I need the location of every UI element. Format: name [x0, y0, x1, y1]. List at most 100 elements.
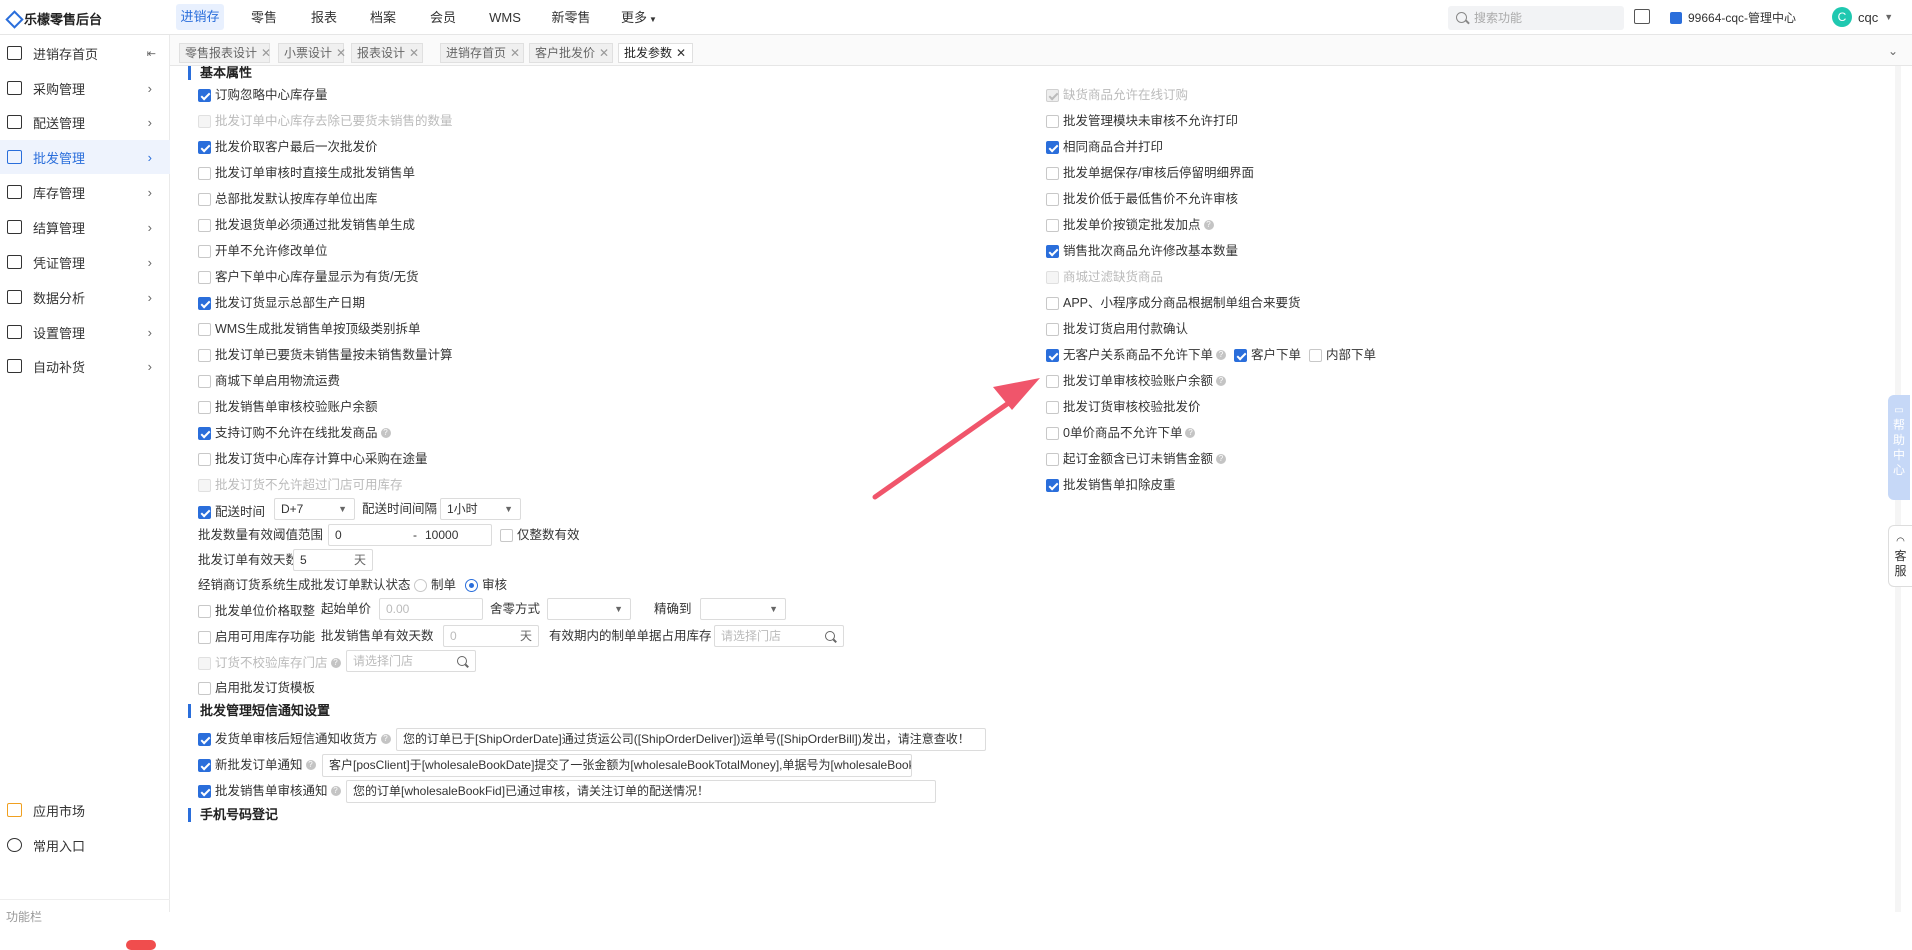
sms-sale-audit-template-input[interactable]: 您的订单[wholesaleBookFid]已通过审核，请关注订单的配送情况！: [346, 780, 936, 803]
info-icon[interactable]: ?: [1185, 428, 1196, 438]
sidebar-item-settings[interactable]: 设置管理 ›: [0, 315, 170, 349]
interval-select[interactable]: 1小时 ▼: [440, 498, 521, 520]
topnav-huiyuan[interactable]: 会员: [423, 0, 463, 35]
checkbox[interactable]: [198, 244, 211, 258]
opt-sms-new-order[interactable]: 新批发订单通知?: [198, 756, 316, 774]
checkbox[interactable]: [1046, 426, 1059, 440]
checkbox[interactable]: [198, 192, 211, 206]
radio-status-audit[interactable]: 审核: [465, 576, 507, 594]
opt-payment-confirm[interactable]: 批发订货启用付款确认: [1046, 320, 1188, 338]
checkbox[interactable]: [1046, 140, 1059, 154]
info-icon[interactable]: ?: [1203, 220, 1214, 230]
topnav-lingshou[interactable]: 零售: [244, 0, 284, 35]
tab-report-design[interactable]: 报表设计 ✕: [351, 43, 423, 63]
collapse-icon[interactable]: ⇤: [147, 47, 156, 60]
opt-production-date[interactable]: 批发订货显示总部生产日期: [198, 294, 365, 312]
opt-order-ignore-stock[interactable]: 订购忽略中心库存量: [198, 86, 328, 104]
sidebar-item-delivery[interactable]: 配送管理 ›: [0, 105, 170, 139]
sidebar-item-settlement[interactable]: 结算管理 ›: [0, 210, 170, 244]
tab-retail-report-design[interactable]: 零售报表设计 ✕: [179, 43, 271, 63]
checkbox[interactable]: [198, 322, 211, 336]
opt-min-amount[interactable]: 起订金额含已订未销售金额?: [1046, 450, 1227, 468]
info-icon[interactable]: ?: [1216, 376, 1227, 386]
opt-in-transit[interactable]: 批发订货中心库存计算中心采购在途量: [198, 450, 428, 468]
sidebar-item-purchase[interactable]: 采购管理 ›: [0, 71, 170, 105]
checkbox[interactable]: [198, 88, 211, 102]
opt-sms-ship[interactable]: 发货单审核后短信通知收货方?: [198, 730, 391, 748]
help-center-tab[interactable]: ▭ 帮 助 中 心: [1888, 395, 1910, 500]
opt-delivery-time[interactable]: 配送时间: [198, 503, 265, 521]
opt-check-wholesale-price[interactable]: 批发订货审核校验批发价: [1046, 398, 1201, 416]
store-picker[interactable]: 请选择门店: [714, 625, 844, 647]
opt-locked-markup[interactable]: 批发单价按锁定批发加点?: [1046, 216, 1214, 234]
topnav-dangan[interactable]: 档案: [363, 0, 403, 35]
sidebar-item-replenish[interactable]: 自动补货 ›: [0, 349, 170, 383]
opt-no-online-wholesale[interactable]: 支持订购不允许在线批发商品?: [198, 424, 391, 442]
checkbox[interactable]: [198, 348, 211, 362]
precision-select[interactable]: ▼: [700, 598, 786, 620]
checkbox[interactable]: [198, 140, 211, 154]
customer-service-tab[interactable]: ◠ 客 服: [1888, 525, 1912, 587]
delivery-time-select[interactable]: D+7 ▼: [274, 498, 355, 520]
opt-no-relation-order[interactable]: 无客户关系商品不允许下单? 客户下单 内部下单: [1046, 346, 1376, 364]
sidebar-item-app-market[interactable]: 应用市场: [0, 793, 170, 827]
close-icon[interactable]: ✕: [336, 46, 346, 60]
opt-last-price[interactable]: 批发价取客户最后一次批发价: [198, 138, 378, 156]
opt-integer-only[interactable]: 仅整数有效: [500, 526, 580, 544]
checkbox[interactable]: [1046, 400, 1059, 414]
opt-unsold-calc[interactable]: 批发订单已要货未销售量按未销售数量计算: [198, 346, 453, 364]
opt-batch-edit-qty[interactable]: 销售批次商品允许修改基本数量: [1046, 242, 1238, 260]
checkbox[interactable]: [198, 218, 211, 232]
opt-min-price-audit[interactable]: 批发价低于最低售价不允许审核: [1046, 190, 1238, 208]
chevron-down-icon[interactable]: ⌄: [1888, 44, 1898, 58]
checkbox[interactable]: [1046, 322, 1059, 336]
topnav-baobiao[interactable]: 报表: [304, 0, 344, 35]
opt-price-round[interactable]: 批发单位价格取整: [198, 602, 315, 620]
checkbox[interactable]: [1046, 244, 1059, 258]
sale-valid-days-input[interactable]: 0天: [443, 625, 539, 647]
search-input[interactable]: 搜索功能: [1448, 6, 1624, 30]
radio-status-draft[interactable]: 制单: [414, 576, 456, 594]
opt-available-stock[interactable]: 启用可用库存功能: [198, 628, 315, 646]
checkbox[interactable]: [198, 732, 211, 746]
close-icon[interactable]: ✕: [676, 46, 686, 60]
close-icon[interactable]: ✕: [510, 46, 520, 60]
opt-sms-sale-audit[interactable]: 批发销售单审核通知?: [198, 782, 341, 800]
checkbox[interactable]: [1046, 478, 1059, 492]
checkbox[interactable]: [198, 426, 211, 440]
checkbox[interactable]: [198, 270, 211, 284]
app-logo[interactable]: 乐檬零售后台: [6, 9, 102, 28]
checkbox[interactable]: [198, 758, 211, 772]
tab-receipt-design[interactable]: 小票设计 ✕: [278, 43, 346, 63]
valid-days-input[interactable]: 5天: [293, 549, 373, 571]
sidebar-item-voucher[interactable]: 凭证管理 ›: [0, 245, 170, 279]
start-price-input[interactable]: 0.00: [379, 598, 483, 620]
info-icon[interactable]: ?: [330, 786, 341, 796]
opt-no-print-unaudited[interactable]: 批发管理模块未审核不允许打印: [1046, 112, 1238, 130]
info-icon[interactable]: ?: [1216, 454, 1227, 464]
info-icon[interactable]: ?: [380, 734, 391, 744]
opt-order-template[interactable]: 启用批发订货模板: [198, 679, 315, 697]
topnav-more[interactable]: 更多 ▼: [616, 0, 662, 35]
checkbox[interactable]: [198, 784, 211, 798]
sidebar-item-analytics[interactable]: 数据分析 ›: [0, 280, 170, 314]
info-icon[interactable]: ?: [330, 658, 341, 668]
tab-wholesale-params[interactable]: 批发参数 ✕: [618, 43, 693, 63]
tab-customer-price[interactable]: 客户批发价 ✕: [529, 43, 613, 63]
radio[interactable]: [414, 578, 427, 592]
opt-tare-weight[interactable]: 批发销售单扣除皮重: [1046, 476, 1176, 494]
checkbox[interactable]: [198, 681, 211, 695]
qty-range-input[interactable]: 0 -10000: [328, 524, 492, 546]
tab-jxc-home[interactable]: 进销存首页 ✕: [440, 43, 524, 63]
checkbox[interactable]: [198, 400, 211, 414]
radio[interactable]: [465, 578, 478, 592]
checkbox[interactable]: [1046, 296, 1059, 310]
topnav-jinxiaocun[interactable]: 进销存: [176, 4, 224, 30]
info-icon[interactable]: ?: [380, 428, 391, 438]
checkbox[interactable]: [198, 505, 211, 519]
checkbox[interactable]: [500, 528, 513, 542]
opt-stock-unit[interactable]: 总部批发默认按库存单位出库: [198, 190, 378, 208]
sms-new-order-template-input[interactable]: 客户[posClient]于[wholesaleBookDate]提交了一张金额…: [322, 754, 912, 777]
opt-wms-split[interactable]: WMS生成批发销售单按顶级类别拆单: [198, 320, 421, 338]
opt-app-compose[interactable]: APP、小程序成分商品根据制单组合来要货: [1046, 294, 1301, 312]
